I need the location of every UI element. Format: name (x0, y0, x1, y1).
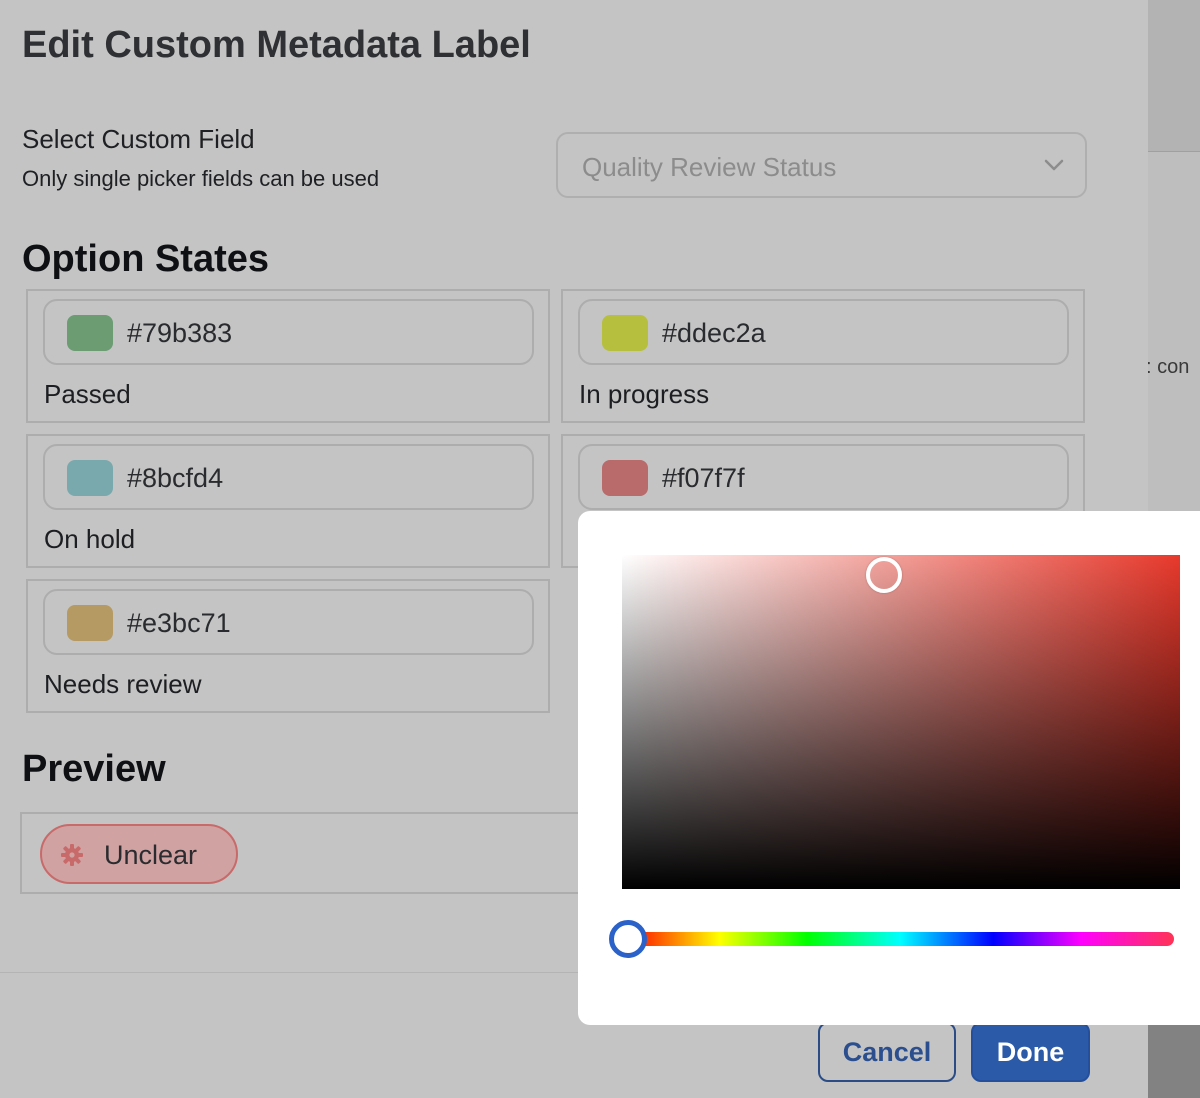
option-state-label: On hold (44, 524, 136, 554)
preview-title: Preview (22, 748, 166, 790)
color-picker-popover (578, 511, 1200, 1025)
custom-field-select-value: Quality Review Status (582, 152, 837, 182)
option-state-card: #79b383 Passed (26, 289, 550, 423)
preview-pill: Unclear (40, 824, 238, 884)
custom-field-select[interactable]: Quality Review Status (556, 132, 1087, 198)
background-panel (1148, 152, 1200, 512)
option-state-label: In progress (579, 379, 710, 409)
color-hex: #ddec2a (662, 318, 766, 348)
hue-slider[interactable] (626, 932, 1174, 946)
hue-slider-handle[interactable] (609, 920, 647, 958)
color-swatch[interactable] (602, 460, 648, 496)
background-text: : con (1146, 356, 1190, 378)
color-input[interactable]: #e3bc71 (43, 589, 534, 655)
modal-title: Edit Custom Metadata Label (22, 24, 531, 66)
chevron-down-icon (1044, 159, 1064, 171)
option-states-title: Option States (22, 238, 270, 280)
color-hex: #79b383 (127, 318, 233, 348)
option-state-card: #8bcfd4 On hold (26, 434, 550, 568)
cancel-button[interactable]: Cancel (818, 1022, 956, 1082)
saturation-value-handle[interactable] (866, 557, 902, 593)
done-button[interactable]: Done (971, 1022, 1090, 1082)
color-swatch[interactable] (602, 315, 648, 351)
option-state-card: #e3bc71 Needs review (26, 579, 550, 713)
preview-pill-label: Unclear (104, 840, 198, 870)
color-input[interactable]: #ddec2a (578, 299, 1069, 365)
color-hex: #f07f7f (662, 463, 745, 493)
color-swatch[interactable] (67, 315, 113, 351)
custom-field-hint: Only single picker fields can be used (22, 166, 380, 191)
saturation-value-area[interactable] (622, 555, 1180, 889)
color-swatch[interactable] (67, 605, 113, 641)
option-state-label: Passed (44, 379, 131, 409)
preview-box: Unclear (20, 812, 620, 894)
gear-icon (61, 844, 83, 866)
color-input[interactable]: #f07f7f (578, 444, 1069, 510)
color-hex: #e3bc71 (127, 608, 231, 638)
option-state-card: #ddec2a In progress (561, 289, 1085, 423)
color-swatch[interactable] (67, 460, 113, 496)
color-hex: #8bcfd4 (127, 463, 224, 493)
color-input[interactable]: #79b383 (43, 299, 534, 365)
custom-field-label: Select Custom Field (22, 124, 255, 154)
color-input[interactable]: #8bcfd4 (43, 444, 534, 510)
option-state-label: Needs review (44, 669, 202, 699)
background-header (1148, 0, 1200, 152)
